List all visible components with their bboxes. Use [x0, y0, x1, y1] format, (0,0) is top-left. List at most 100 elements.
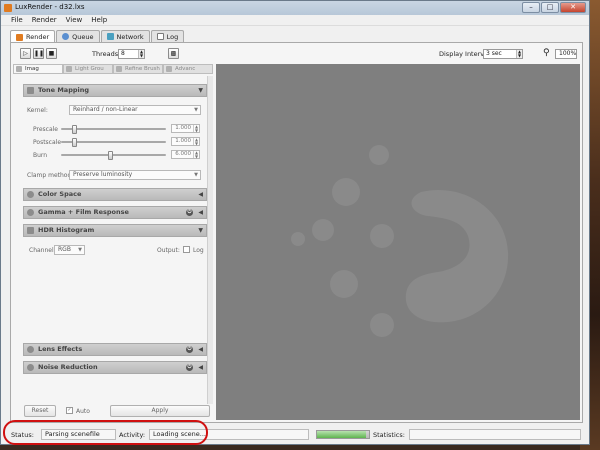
logo-dot: [369, 145, 389, 165]
tab-network-label: Network: [116, 32, 144, 41]
postscale-slider-handle[interactable]: [72, 138, 77, 147]
channel-value: RGB: [58, 246, 71, 253]
spin-arrows-icon: ▲ ▼: [138, 49, 144, 58]
burn-spinbox[interactable]: 6.000 ▲ ▼: [171, 150, 200, 159]
panel-tab-imaging[interactable]: Imag: [13, 64, 63, 74]
tab-network[interactable]: Network: [100, 30, 150, 42]
logo-dot: [312, 219, 334, 241]
section-title: Lens Effects: [38, 345, 83, 353]
panel-tab-label: Advanc: [175, 66, 196, 72]
threads-spinbox[interactable]: 8 ▲ ▼: [118, 49, 145, 59]
section-title: Tone Mapping: [38, 86, 90, 94]
display-interval-spinbox[interactable]: 3 sec ▲ ▼: [483, 49, 523, 59]
menu-render[interactable]: Render: [32, 16, 57, 24]
menu-file[interactable]: File: [11, 16, 23, 24]
postscale-value: 1.000: [175, 138, 191, 144]
channel-select[interactable]: RGB ▼: [54, 245, 85, 255]
start-render-icon[interactable]: ▷: [20, 48, 31, 59]
collapse-chevron-icon[interactable]: ▼: [198, 85, 203, 96]
log-checkbox[interactable]: [183, 246, 190, 253]
auto-label: Auto: [76, 408, 90, 415]
spin-arrows-icon: ▲ ▼: [193, 150, 199, 159]
panel-tab-label: Light Grou: [75, 66, 104, 72]
brush-icon: [116, 66, 122, 72]
statistics-field: [409, 429, 581, 440]
menu-view[interactable]: View: [66, 16, 83, 24]
stop-render-icon[interactable]: ■: [46, 48, 57, 59]
tone-mapping-icon: [27, 87, 34, 94]
collapse-chevron-icon[interactable]: ◀: [198, 207, 203, 218]
section-color-space[interactable]: Color Space ◀: [23, 188, 207, 201]
section-noise-reduction[interactable]: Noise Reduction ⏻ ◀: [23, 361, 207, 374]
status-bar: Status: Parsing scenefile Activity: Load…: [3, 427, 587, 441]
panel-tab-light-groups[interactable]: Light Grou: [63, 64, 113, 74]
render-tab-content: ▷ ❚❚ ■ Threads: 8 ▲ ▼ ▩ Display Interval:…: [10, 42, 583, 423]
logo-dot: [370, 313, 394, 337]
collapse-chevron-icon[interactable]: ◀: [198, 362, 203, 373]
copy-log-icon[interactable]: ▩: [168, 48, 179, 59]
clamp-method-select[interactable]: Preserve luminosity ▼: [69, 170, 201, 180]
panel-tab-refine-brush[interactable]: Refine Brush: [113, 64, 163, 74]
settings-scrollbar[interactable]: [207, 76, 213, 404]
panel-tab-advanced[interactable]: Advanc: [163, 64, 213, 74]
luxrender-logo-watermark: [291, 145, 509, 337]
display-interval-value: 3 sec: [486, 50, 502, 57]
pause-render-icon[interactable]: ❚❚: [33, 48, 44, 59]
kernel-value: Reinhard / non-Linear: [73, 106, 138, 113]
collapse-chevron-icon[interactable]: ◀: [198, 344, 203, 355]
render-icon: [16, 33, 23, 41]
section-hdr-histogram[interactable]: HDR Histogram ▼: [23, 224, 207, 237]
network-icon: [106, 33, 114, 40]
tab-queue[interactable]: Queue: [56, 30, 100, 42]
zoom-value: 100%: [559, 50, 577, 57]
logo-dot: [330, 270, 358, 298]
postscale-spinbox[interactable]: 1.000 ▲ ▼: [171, 137, 200, 146]
logo-dot: [332, 178, 360, 206]
section-tone-mapping[interactable]: Tone Mapping ▼: [23, 84, 207, 97]
power-toggle-icon[interactable]: ⏻: [186, 364, 193, 371]
settings-scroll-area: Tone Mapping ▼ Kernel: Reinhard / non-Li…: [13, 76, 207, 404]
output-label: Output:: [157, 247, 180, 254]
kernel-select[interactable]: Reinhard / non-Linear ▼: [69, 105, 201, 115]
collapse-chevron-icon[interactable]: ◀: [198, 189, 203, 200]
maximize-icon[interactable]: □: [541, 2, 559, 13]
zoom-field[interactable]: 100%: [555, 49, 577, 59]
section-gamma-film-response[interactable]: Gamma + Film Response ⏻ ◀: [23, 206, 207, 219]
spin-arrows-icon: ▲ ▼: [193, 137, 199, 146]
tab-log-label: Log: [166, 32, 179, 41]
section-lens-effects[interactable]: Lens Effects ⏻ ◀: [23, 343, 207, 356]
prescale-slider-handle[interactable]: [72, 125, 77, 134]
prescale-spinbox[interactable]: 1.000 ▲ ▼: [171, 124, 200, 133]
power-toggle-icon[interactable]: ⏻: [186, 209, 193, 216]
burn-slider-handle[interactable]: [108, 151, 113, 160]
postscale-slider[interactable]: [61, 138, 166, 147]
activity-label: Activity:: [119, 431, 146, 439]
panel-tab-label: Refine Brush: [125, 66, 160, 72]
queue-icon: [62, 33, 70, 40]
auto-checkbox[interactable]: ✓: [66, 407, 73, 414]
light-groups-icon: [66, 66, 72, 72]
render-viewport[interactable]: [216, 64, 580, 420]
power-toggle-icon[interactable]: ⏻: [186, 346, 193, 353]
section-title: Gamma + Film Response: [38, 208, 129, 216]
reset-button[interactable]: Reset: [24, 405, 56, 417]
prescale-value: 1.000: [175, 125, 191, 131]
render-toolbar: ▷ ❚❚ ■ Threads: 8 ▲ ▼ ▩ Display Interval:…: [11, 43, 582, 61]
collapse-chevron-icon[interactable]: ▼: [198, 225, 203, 236]
clamp-method-label: Clamp method:: [27, 172, 74, 179]
spin-arrows-icon: ▲ ▼: [516, 49, 522, 58]
chevron-down-icon: ▼: [194, 107, 198, 113]
section-title: Noise Reduction: [38, 363, 98, 371]
close-icon[interactable]: ✕: [560, 2, 586, 13]
tab-log[interactable]: Log: [150, 30, 185, 42]
channel-label: Channel:: [29, 247, 56, 254]
burn-slider[interactable]: [61, 151, 166, 160]
apply-button[interactable]: Apply: [110, 405, 210, 417]
menu-help[interactable]: Help: [91, 16, 107, 24]
minimize-icon[interactable]: –: [522, 2, 540, 13]
panel-tab-label: Imag: [25, 66, 39, 72]
histogram-icon: [27, 227, 34, 234]
panel-tabs: Imag Light Grou Refine Brush Advanc: [13, 64, 213, 74]
prescale-slider[interactable]: [61, 125, 166, 134]
zoom-magnifier-icon[interactable]: ⚲: [543, 48, 550, 58]
